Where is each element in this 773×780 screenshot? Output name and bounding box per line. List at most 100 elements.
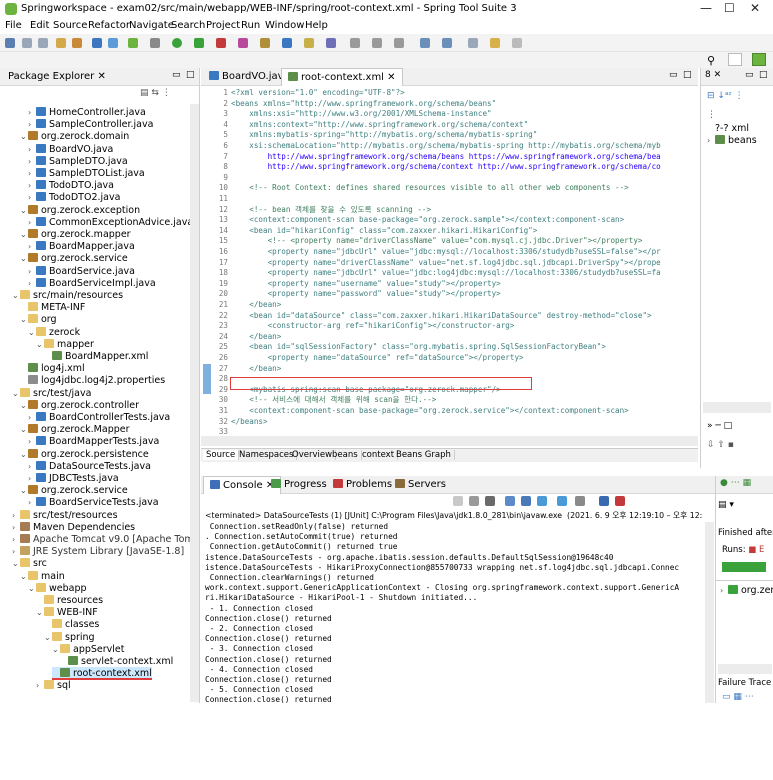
run-icon[interactable] [172,38,182,48]
scroll-lock-icon[interactable] [505,496,515,506]
perspective-icon[interactable] [728,53,742,66]
search-icon[interactable] [326,38,336,48]
prev-annotation-icon[interactable] [394,38,404,48]
back-icon[interactable] [420,38,430,48]
tree-item[interactable]: ⌄ src/test/java [12,387,91,400]
tree-item[interactable]: › DataSourceTests.java [28,460,151,473]
maximize-icon[interactable]: □ [186,70,195,80]
new-class-icon[interactable] [282,38,292,48]
open-type-icon[interactable] [56,38,66,48]
expand-arrow-icon[interactable]: › [28,179,36,192]
minimize-icon[interactable]: ▭ [172,70,181,80]
expand-arrow-icon[interactable]: › [28,460,36,473]
tree-item[interactable]: › HomeController.java [28,106,146,119]
tree-item[interactable]: log4j.xml [20,362,85,375]
menu-project[interactable]: Project [206,20,240,31]
tab-servers[interactable]: Servers [389,476,452,494]
tree-item[interactable]: › SampleController.java [28,118,153,131]
expand-arrow-icon[interactable]: ⌄ [36,338,44,351]
minimize-icon[interactable]: ▭ [669,70,678,80]
expand-arrow-icon[interactable]: ⌄ [20,204,28,217]
expand-arrow-icon[interactable]: ⌄ [20,484,28,497]
expand-arrow-icon[interactable]: › [28,435,36,448]
menu-refactor[interactable]: Refactor [88,20,130,31]
tree-item[interactable]: ⌄ zerock [28,326,80,339]
expand-arrow-icon[interactable]: ⌄ [20,399,28,412]
new-package-icon[interactable] [260,38,270,48]
explorer-scrollbar[interactable] [190,104,199,702]
open-folder-icon[interactable] [304,38,314,48]
block-selection-icon[interactable] [512,38,522,48]
tree-item[interactable]: › BoardVO.java [28,143,113,156]
tree-item[interactable]: ⌄ org.zerock.mapper [20,228,131,241]
expand-arrow-icon[interactable]: › [28,411,36,424]
menu-help[interactable]: Help [305,20,328,31]
maximize-icon[interactable]: □ [683,70,692,80]
menu-file[interactable]: File [5,20,22,31]
expand-arrow-icon[interactable]: › [28,472,36,485]
view-menu-icon[interactable]: ⋮ [162,88,171,98]
coverage-icon[interactable] [194,38,204,48]
tree-item[interactable]: › BoardServiceTests.java [28,496,159,509]
debug-icon[interactable] [150,38,160,48]
word-wrap-icon[interactable] [521,496,531,506]
expand-arrow-icon[interactable]: › [12,533,20,546]
console-scrollbar[interactable] [705,522,714,703]
tree-item[interactable]: ⌄ main [20,570,65,583]
tree-item[interactable]: root-context.xml [52,667,152,681]
tree-item[interactable]: resources [36,594,103,607]
tree-item[interactable]: ⌄ spring [44,631,95,644]
editor-hscrollbar[interactable] [201,436,698,446]
close-icon[interactable]: ✕ [750,1,760,15]
expand-arrow-icon[interactable]: ⌄ [20,423,28,436]
pin-editor-icon[interactable] [468,38,478,48]
spring-refresh-icon[interactable] [128,38,138,48]
expand-arrow-icon[interactable]: › [28,496,36,509]
expand-arrow-icon[interactable]: › [36,679,44,692]
pin-console-icon[interactable] [557,496,567,506]
junit-hscrollbar[interactable] [718,664,772,674]
expand-arrow-icon[interactable]: ⌄ [44,631,52,644]
tree-item[interactable]: › src/test/resources [12,509,118,522]
tree-item[interactable]: › sql [36,679,71,692]
expand-arrow-icon[interactable]: ⌄ [20,252,28,265]
tree-item[interactable]: › BoardService.java [28,265,135,278]
tree-item[interactable]: › BoardMapperTests.java [28,435,159,448]
tree-item[interactable]: ⌄ appServlet [52,643,125,656]
new-java-project-icon[interactable] [238,38,248,48]
expand-arrow-icon[interactable]: ⌄ [20,448,28,461]
maximize-icon[interactable]: □ [759,70,768,80]
tree-item[interactable]: ⌄ org [20,313,57,326]
expand-arrow-icon[interactable]: ⌄ [20,313,28,326]
expand-arrow-icon[interactable]: › [28,155,36,168]
tree-item[interactable]: › SampleDTOList.java [28,167,145,180]
tab-source[interactable]: Source [203,450,240,460]
outline-menu[interactable]: ⋮ [707,110,716,120]
expand-arrow-icon[interactable]: › [28,167,36,180]
outline-hscrollbar[interactable] [703,402,771,413]
tree-item[interactable]: ⌄ src [12,557,47,570]
spring-perspective-icon[interactable] [752,53,766,66]
tree-item[interactable]: › JDBCTests.java [28,472,119,485]
junit-menu-icon[interactable]: ▤ ▾ [718,500,734,510]
tree-item[interactable]: ⌄ org.zerock.Mapper [20,423,130,436]
tree-item[interactable]: ⌄ webapp [28,582,87,595]
open-resource-icon[interactable] [72,38,82,48]
menu-navigate[interactable]: Navigate [129,20,174,31]
junit-tree-item[interactable]: › org.zer [720,584,773,597]
tab-package-explorer[interactable]: Package Explorer ✕ [2,68,112,86]
tree-item[interactable]: log4jdbc.log4j2.properties [20,374,165,387]
expand-arrow-icon[interactable]: ⌄ [12,289,20,302]
expand-arrow-icon[interactable]: › [28,240,36,253]
expand-arrow-icon[interactable]: › [28,106,36,119]
menu-window[interactable]: Window [265,20,304,31]
highlight-icon[interactable] [490,38,500,48]
tree-item[interactable]: › CommonExceptionAdvice.java [28,216,193,229]
tree-item[interactable]: ⌄ org.zerock.service [20,252,128,265]
expand-arrow-icon[interactable]: › [12,545,20,558]
external-tools-icon[interactable] [216,38,226,48]
tree-item[interactable]: ⌄ org.zerock.service [20,484,128,497]
tab-problems[interactable]: Problems [327,476,398,494]
outline-item-beans[interactable]: › beans [707,134,757,147]
expand-arrow-icon[interactable]: › [28,216,36,229]
